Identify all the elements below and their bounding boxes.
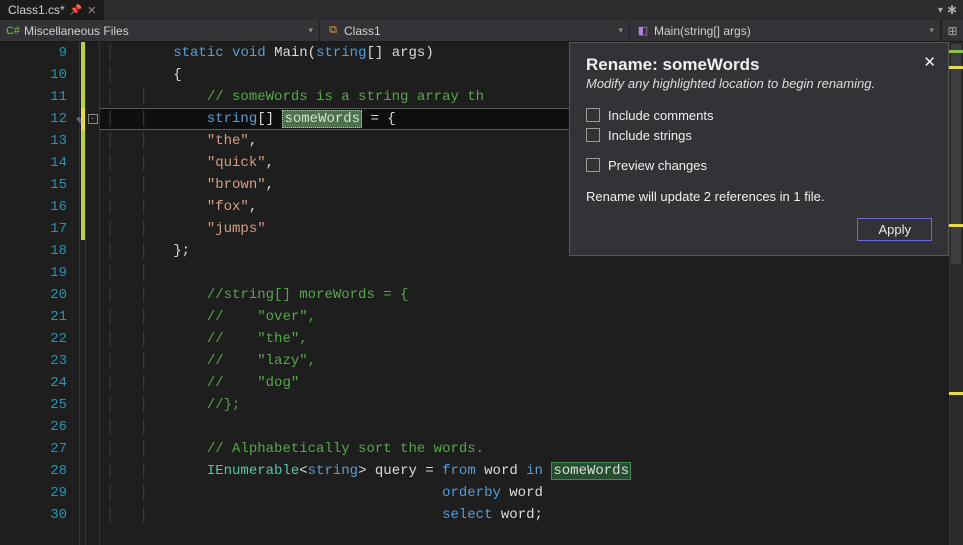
chevron-down-icon: ▾ (308, 25, 313, 36)
scroll-track[interactable] (949, 42, 963, 545)
rename-info: Rename will update 2 references in 1 fil… (586, 189, 932, 204)
rename-title: Rename: someWords (586, 55, 932, 75)
line-number: 19 (0, 262, 79, 284)
checkbox-icon (586, 108, 600, 122)
code-line: │ │ //}; (100, 394, 963, 416)
line-number: 29 (0, 482, 79, 504)
rename-reference-highlight: someWords (551, 462, 631, 480)
file-tab[interactable]: Class1.cs* 📌 ✕ (0, 0, 104, 20)
line-number: 10 (0, 64, 79, 86)
include-comments-checkbox[interactable]: Include comments (586, 105, 932, 125)
class-label: Class1 (344, 24, 381, 38)
line-number: 23 (0, 350, 79, 372)
collapse-toggle[interactable]: - (88, 114, 98, 124)
checkbox-icon (586, 158, 600, 172)
scope-label: Miscellaneous Files (24, 24, 129, 38)
code-line: │ │ // "over", (100, 306, 963, 328)
line-number: 20 (0, 284, 79, 306)
editor-area: 9 10 11 12✎ 13 14 15 16 17 18 19 20 21 2… (0, 42, 963, 545)
code-line: │ │ IEnumerable<string> query = from wor… (100, 460, 963, 482)
tab-overflow-arrow-icon[interactable]: ▾ (938, 5, 943, 16)
preview-changes-checkbox[interactable]: Preview changes (586, 155, 932, 175)
split-window-button[interactable]: ⊞ (941, 20, 963, 42)
checkbox-label: Include comments (608, 108, 714, 123)
code-line: │ │ (100, 262, 963, 284)
line-number: 30 (0, 504, 79, 526)
apply-button[interactable]: Apply (857, 218, 932, 241)
line-number: 17 (0, 218, 79, 240)
line-number: 15 (0, 174, 79, 196)
line-number: 9 (0, 42, 79, 64)
scope-dropdown[interactable]: C# Miscellaneous Files ▾ (0, 20, 320, 41)
rename-subtitle: Modify any highlighted location to begin… (586, 76, 932, 91)
close-icon[interactable]: ✕ (87, 4, 96, 17)
file-tab-title: Class1.cs* (8, 3, 65, 17)
method-icon: ◧ (636, 24, 650, 38)
checkbox-icon (586, 128, 600, 142)
outlining-margin: - (86, 42, 100, 545)
code-line: │ │ // "the", (100, 328, 963, 350)
line-number: 21 (0, 306, 79, 328)
member-label: Main(string[] args) (654, 24, 751, 38)
line-number: 26 (0, 416, 79, 438)
line-number: 27 (0, 438, 79, 460)
line-number: 25 (0, 394, 79, 416)
code-editor[interactable]: │ static void Main(string[] args) │ { │ … (100, 42, 963, 545)
line-number: 12✎ (0, 108, 79, 130)
code-line: │ │ orderby word (100, 482, 963, 504)
line-number: 13 (0, 130, 79, 152)
code-line: │ │ // Alphabetically sort the words. (100, 438, 963, 460)
navigation-bar: C# Miscellaneous Files ▾ ⧉ Class1 ▾ ◧ Ma… (0, 20, 963, 42)
checkbox-label: Include strings (608, 128, 692, 143)
line-number: 14 (0, 152, 79, 174)
include-strings-checkbox[interactable]: Include strings (586, 125, 932, 145)
chevron-down-icon: ▾ (929, 25, 934, 36)
line-number: 16 (0, 196, 79, 218)
class-dropdown[interactable]: ⧉ Class1 ▾ (320, 20, 630, 41)
class-icon: ⧉ (326, 24, 340, 38)
line-number: 24 (0, 372, 79, 394)
csharp-file-icon: C# (6, 24, 20, 38)
code-line: │ │ //string[] moreWords = { (100, 284, 963, 306)
scroll-thumb[interactable] (951, 44, 961, 264)
code-line: │ │ (100, 416, 963, 438)
line-number: 18 (0, 240, 79, 262)
code-line: │ │ // "dog" (100, 372, 963, 394)
rename-popup: ✕ Rename: someWords Modify any highlight… (569, 42, 949, 256)
code-line: │ │ // "lazy", (100, 350, 963, 372)
line-number-gutter: 9 10 11 12✎ 13 14 15 16 17 18 19 20 21 2… (0, 42, 80, 545)
line-number: 22 (0, 328, 79, 350)
window-menu-icon[interactable]: ✱ (947, 3, 957, 17)
chevron-down-icon: ▾ (618, 25, 623, 36)
line-number: 11 (0, 86, 79, 108)
rename-target-highlight: someWords (282, 110, 362, 128)
tab-bar: Class1.cs* 📌 ✕ ▾ ✱ (0, 0, 963, 20)
member-dropdown[interactable]: ◧ Main(string[] args) ▾ (630, 20, 941, 41)
line-number: 28 (0, 460, 79, 482)
code-line: │ │ select word; (100, 504, 963, 526)
close-icon[interactable]: ✕ (923, 53, 936, 71)
checkbox-label: Preview changes (608, 158, 707, 173)
pin-icon[interactable]: 📌 (70, 5, 82, 16)
